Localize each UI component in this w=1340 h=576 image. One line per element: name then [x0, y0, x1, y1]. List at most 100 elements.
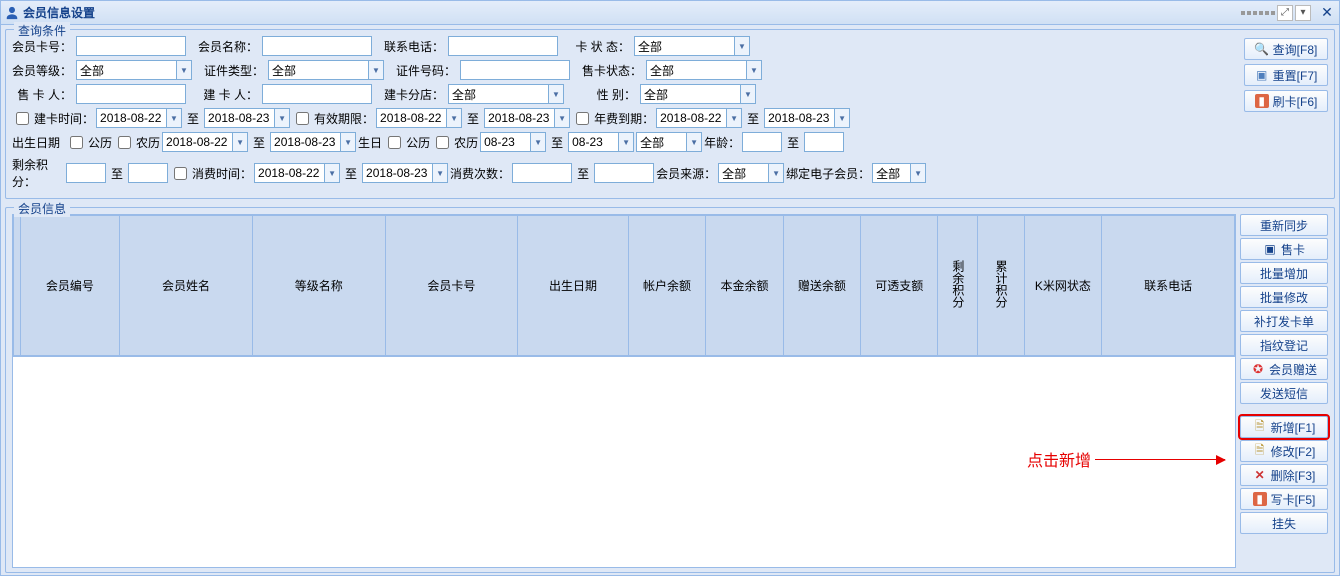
col-8[interactable]: 可透支额 [861, 216, 938, 356]
delete-button[interactable]: ✕删除[F3] [1240, 464, 1328, 486]
chevron-down-icon[interactable]: ▼ [740, 84, 756, 104]
col-1[interactable]: 会员姓名 [120, 216, 253, 356]
edit-button[interactable]: 🗎修改[F2] [1240, 440, 1328, 462]
combo-source[interactable]: ▼ [718, 163, 784, 183]
chevron-down-icon[interactable]: ▼ [734, 36, 750, 56]
chk-gongli2[interactable]: 公历 [384, 133, 430, 152]
chk-gongli1[interactable]: 公历 [66, 133, 112, 152]
chevron-down-icon[interactable]: ▼ [686, 132, 702, 152]
chevron-down-icon[interactable]: ▼ [176, 60, 192, 80]
col-checkbox[interactable] [14, 216, 21, 356]
date-create-to[interactable]: ▼ [204, 108, 290, 128]
col-7[interactable]: 赠送余额 [783, 216, 860, 356]
swipe-button[interactable]: ▮刷卡[F6] [1244, 90, 1328, 112]
combo-emember[interactable]: ▼ [872, 163, 926, 183]
col-11[interactable]: K米网状态 [1024, 216, 1101, 356]
input-phone[interactable] [448, 36, 558, 56]
finger-button[interactable]: 指纹登记 [1240, 334, 1328, 356]
chevron-down-icon[interactable]: ▼ [910, 163, 926, 183]
col-9[interactable]: 剩余积分 [938, 216, 978, 356]
grid-body[interactable]: 点击新增 [13, 356, 1235, 567]
combo-level[interactable]: ▼ [76, 60, 192, 80]
calendar-icon[interactable]: ▼ [324, 163, 340, 183]
date-year-from[interactable]: ▼ [656, 108, 742, 128]
chk-valid-time[interactable]: 有效期限： [292, 109, 374, 128]
chevron-down-icon[interactable]: ▼ [768, 163, 784, 183]
sell-button[interactable]: ▣售卡 [1240, 238, 1328, 260]
col-12[interactable]: 联系电话 [1102, 216, 1235, 356]
calendar-icon[interactable]: ▼ [618, 132, 634, 152]
calendar-icon[interactable]: ▼ [432, 163, 448, 183]
input-points-to[interactable] [128, 163, 168, 183]
reprint-button[interactable]: 补打发卡单 [1240, 310, 1328, 332]
date-birth-from[interactable]: ▼ [162, 132, 248, 152]
chk-nongli2[interactable]: 农历 [432, 133, 478, 152]
combo-sellstatus[interactable]: ▼ [646, 60, 762, 80]
calendar-icon[interactable]: ▼ [530, 132, 546, 152]
col-3[interactable]: 会员卡号 [385, 216, 518, 356]
chk-consume-time[interactable]: 消费时间： [170, 164, 252, 183]
sms-button[interactable]: 发送短信 [1240, 382, 1328, 404]
input-name[interactable] [262, 36, 372, 56]
combo-birth-all[interactable]: ▼ [636, 132, 702, 152]
chk-create-time[interactable]: 建卡时间： [12, 109, 94, 128]
calendar-icon[interactable]: ▼ [274, 108, 290, 128]
input-idno[interactable] [460, 60, 570, 80]
calendar-icon[interactable]: ▼ [554, 108, 570, 128]
combo-branch[interactable]: ▼ [448, 84, 564, 104]
batch-add-button[interactable]: 批量增加 [1240, 262, 1328, 284]
input-card-no[interactable] [76, 36, 186, 56]
col-0[interactable]: 会员编号 [20, 216, 120, 356]
combo-card-status[interactable]: ▼ [634, 36, 750, 56]
md-to[interactable]: ▼ [568, 132, 634, 152]
calendar-icon[interactable]: ▼ [446, 108, 462, 128]
md-from[interactable]: ▼ [480, 132, 546, 152]
write-button[interactable]: ▮写卡[F5] [1240, 488, 1328, 510]
calendar-icon[interactable]: ▼ [726, 108, 742, 128]
calendar-icon[interactable]: ▼ [340, 132, 356, 152]
date-valid-from[interactable]: ▼ [376, 108, 462, 128]
page-add-icon: 🗎 [1253, 420, 1267, 434]
calendar-icon[interactable]: ▼ [834, 108, 850, 128]
lost-button[interactable]: 挂失 [1240, 512, 1328, 534]
date-year-to[interactable]: ▼ [764, 108, 850, 128]
add-button[interactable]: 🗎新增[F1] [1240, 416, 1328, 438]
calendar-icon[interactable]: ▼ [232, 132, 248, 152]
gift-button[interactable]: ✪会员赠送 [1240, 358, 1328, 380]
date-create-from[interactable]: ▼ [96, 108, 182, 128]
search-button[interactable]: 🔍查询[F8] [1244, 38, 1328, 60]
reset-button[interactable]: ▣重置[F7] [1244, 64, 1328, 86]
search-icon: 🔍 [1255, 42, 1269, 56]
input-age-from[interactable] [742, 132, 782, 152]
chevron-down-icon[interactable]: ▼ [746, 60, 762, 80]
grid-icon[interactable] [1241, 11, 1275, 15]
col-5[interactable]: 帐户余额 [628, 216, 705, 356]
combo-gender[interactable]: ▼ [640, 84, 756, 104]
col-4[interactable]: 出生日期 [518, 216, 629, 356]
combo-idtype[interactable]: ▼ [268, 60, 384, 80]
col-2[interactable]: 等级名称 [252, 216, 385, 356]
col-6[interactable]: 本金余额 [706, 216, 783, 356]
date-consume-from[interactable]: ▼ [254, 163, 340, 183]
input-cc-to[interactable] [594, 163, 654, 183]
sell-icon: ▣ [1263, 242, 1277, 256]
date-consume-to[interactable]: ▼ [362, 163, 448, 183]
chevron-down-icon[interactable]: ▾ [1295, 5, 1311, 21]
expand-icon[interactable]: ⤢ [1277, 5, 1293, 21]
col-10[interactable]: 累计积分 [978, 216, 1024, 356]
input-cc-from[interactable] [512, 163, 572, 183]
input-seller[interactable] [76, 84, 186, 104]
chk-nongli1[interactable]: 农历 [114, 133, 160, 152]
close-icon[interactable]: ✕ [1319, 5, 1335, 21]
resync-button[interactable]: 重新同步 [1240, 214, 1328, 236]
chevron-down-icon[interactable]: ▼ [548, 84, 564, 104]
date-birth-to[interactable]: ▼ [270, 132, 356, 152]
input-age-to[interactable] [804, 132, 844, 152]
input-points-from[interactable] [66, 163, 106, 183]
batch-mod-button[interactable]: 批量修改 [1240, 286, 1328, 308]
input-creator[interactable] [262, 84, 372, 104]
date-valid-to[interactable]: ▼ [484, 108, 570, 128]
calendar-icon[interactable]: ▼ [166, 108, 182, 128]
chk-year-due[interactable]: 年费到期： [572, 109, 654, 128]
chevron-down-icon[interactable]: ▼ [368, 60, 384, 80]
